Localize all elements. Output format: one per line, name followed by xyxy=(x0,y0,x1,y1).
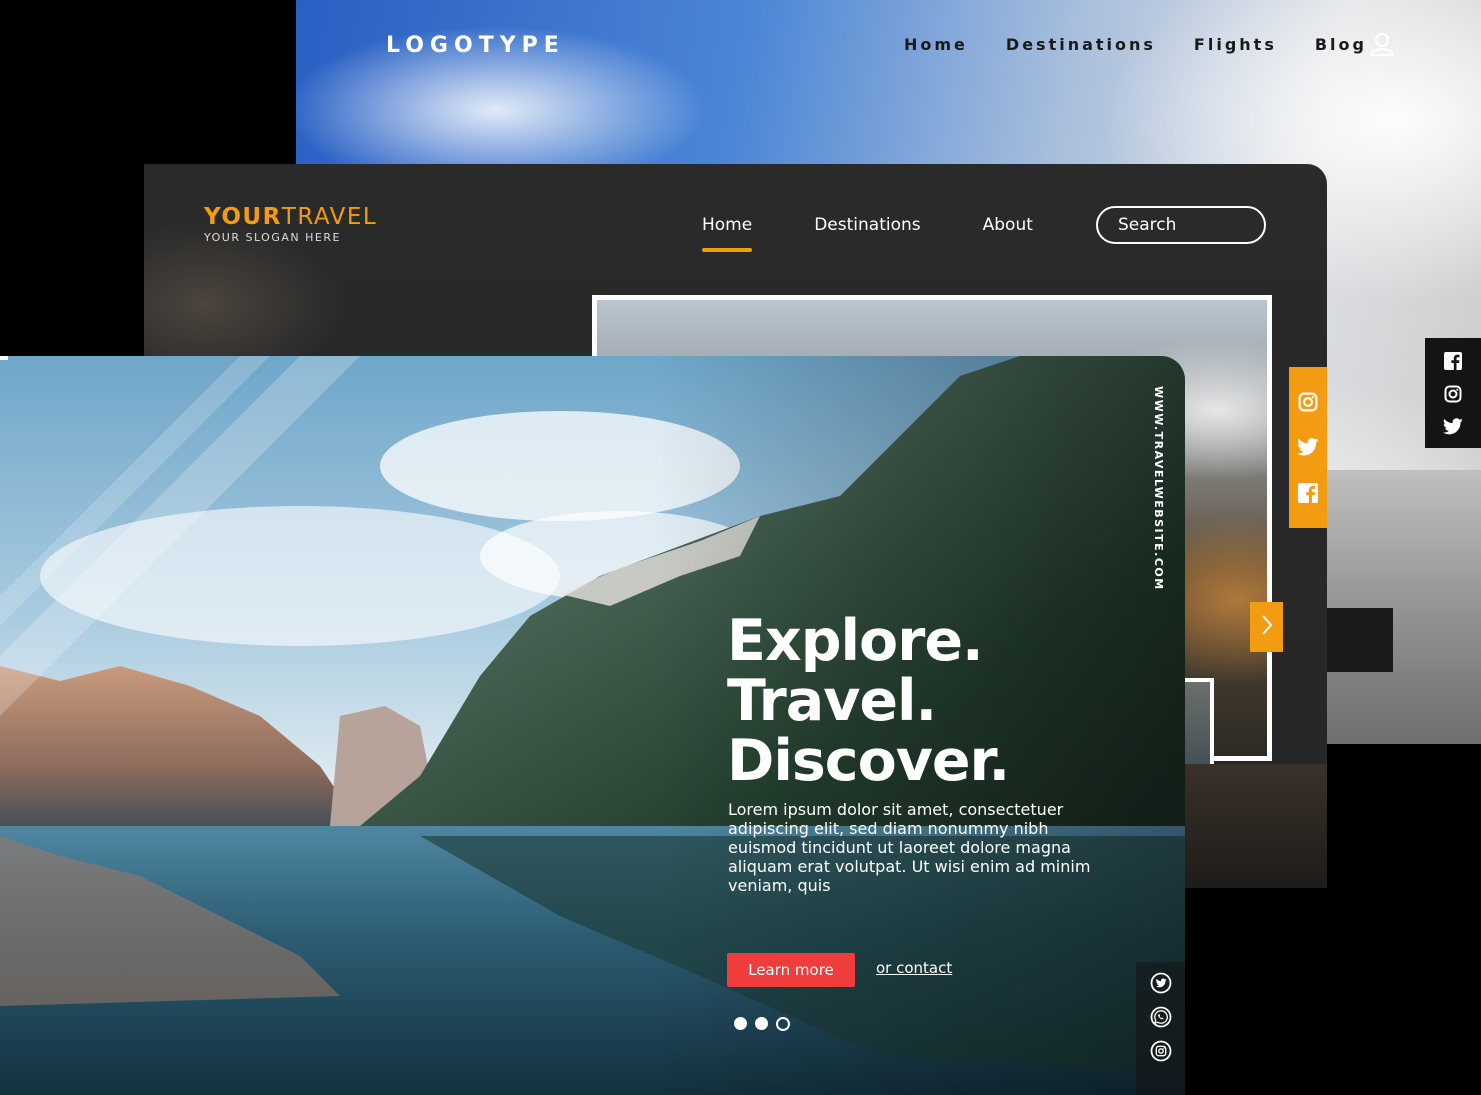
mid-nav-destinations[interactable]: Destinations xyxy=(814,215,920,235)
mist-background xyxy=(1326,470,1481,744)
logo[interactable]: LOGOTYPE xyxy=(386,33,565,58)
back-nav-flights[interactable]: Flights xyxy=(1194,35,1277,54)
brand-logo: YOURTRAVEL xyxy=(204,204,377,230)
corner-accent xyxy=(0,356,8,360)
headline-line-1: Explore. xyxy=(727,608,984,674)
twitter-icon[interactable] xyxy=(1150,972,1172,994)
back-nav: Home Destinations Flights Blog xyxy=(904,35,1367,54)
hero-description: Lorem ipsum dolor sit amet, consectetuer… xyxy=(728,800,1091,895)
instagram-icon[interactable] xyxy=(1444,385,1462,403)
next-arrow-button[interactable] xyxy=(1250,602,1283,652)
back-nav-blog[interactable]: Blog xyxy=(1315,35,1367,54)
mid-nav-home[interactable]: Home xyxy=(702,215,753,252)
brand[interactable]: YOURTRAVEL YOUR SLOGAN HERE xyxy=(204,204,377,244)
mid-nav: Home Destinations About xyxy=(702,215,1033,252)
dark-panel xyxy=(1326,608,1393,672)
learn-more-button[interactable]: Learn more xyxy=(727,953,855,987)
brand-light: TRAVEL xyxy=(281,204,378,230)
back-nav-destinations[interactable]: Destinations xyxy=(1006,35,1156,54)
contact-link[interactable]: or contact xyxy=(876,959,952,977)
carousel-dot-3[interactable] xyxy=(776,1016,790,1031)
carousel-dots xyxy=(734,1016,790,1031)
headline-line-2: Travel. xyxy=(727,668,937,734)
mid-social-bar xyxy=(1289,367,1327,528)
instagram-icon[interactable] xyxy=(1298,392,1318,412)
back-social-bar xyxy=(1425,338,1481,448)
carousel-dot-1[interactable] xyxy=(734,1017,747,1030)
twitter-icon[interactable] xyxy=(1297,438,1319,456)
brand-bold: YOUR xyxy=(204,204,282,230)
headline-line-3: Discover. xyxy=(727,728,1010,794)
carousel-dot-2[interactable] xyxy=(755,1017,768,1030)
user-icon[interactable] xyxy=(1368,30,1396,58)
mid-lower-photo xyxy=(1184,764,1327,888)
facebook-icon[interactable] xyxy=(1444,351,1462,370)
front-social-bar xyxy=(1136,962,1185,1095)
whatsapp-icon[interactable] xyxy=(1150,1006,1172,1028)
search-input[interactable] xyxy=(1096,206,1266,244)
chevron-right-icon xyxy=(1260,614,1274,641)
website-url[interactable]: WWW.TRAVELWEBSITE.COM xyxy=(1152,386,1165,591)
mid-nav-about[interactable]: About xyxy=(983,215,1033,235)
slogan: YOUR SLOGAN HERE xyxy=(204,231,341,244)
facebook-icon[interactable] xyxy=(1298,482,1318,503)
twitter-icon[interactable] xyxy=(1443,417,1463,435)
back-nav-home[interactable]: Home xyxy=(904,35,968,54)
hero-headline: Explore. Travel. Discover. xyxy=(727,608,1010,794)
front-page: WWW.TRAVELWEBSITE.COM Explore. Travel. D… xyxy=(0,356,1185,1095)
instagram-icon[interactable] xyxy=(1150,1040,1172,1062)
